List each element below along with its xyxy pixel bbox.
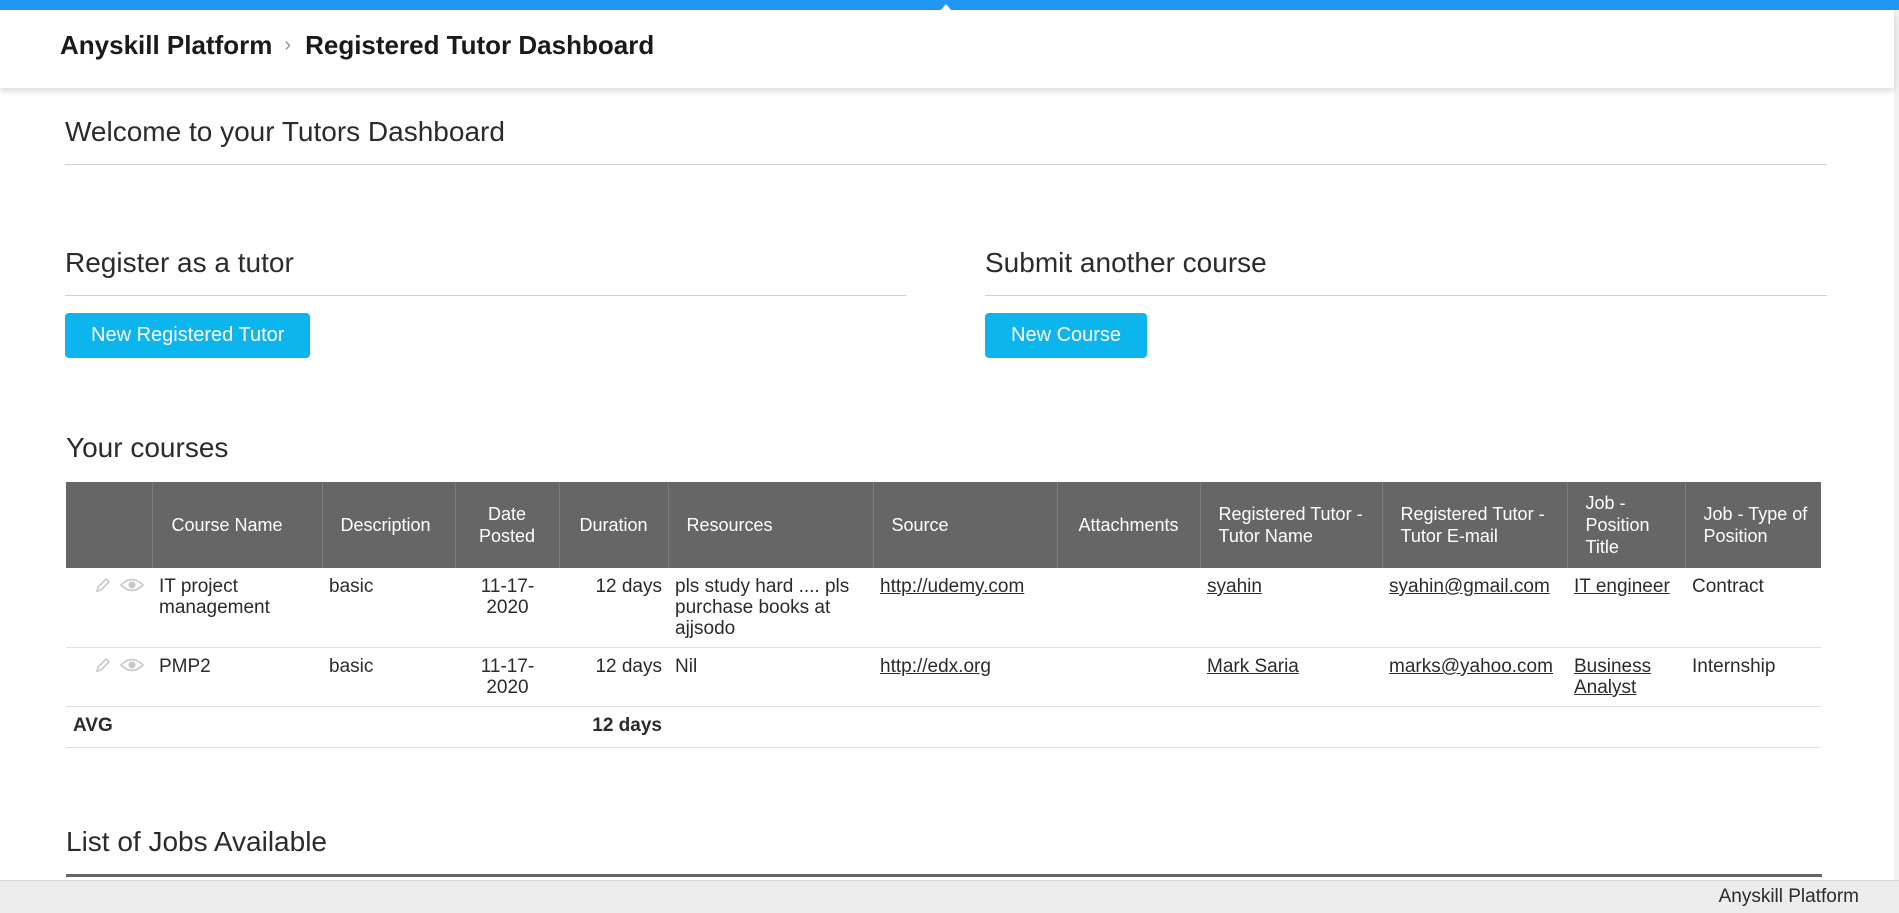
position-title-cell: IT engineer <box>1567 568 1685 648</box>
vertical-scrollbar[interactable] <box>1894 10 1899 880</box>
courses-table: Course Name Description Date Posted Dura… <box>66 482 1821 748</box>
divider <box>65 295 906 296</box>
new-registered-tutor-button[interactable]: New Registered Tutor <box>65 313 311 358</box>
course-name-cell: IT project management <box>152 568 322 648</box>
avg-duration: 12 days <box>559 706 668 748</box>
register-title: Register as a tutor <box>65 247 294 278</box>
pencil-icon[interactable] <box>94 576 112 594</box>
course-name-cell: PMP2 <box>152 647 322 707</box>
tutor-email-link[interactable]: marks@yahoo.com <box>1389 656 1553 677</box>
avg-label: AVG <box>66 706 152 748</box>
breadcrumb-item-current: Registered Tutor Dashboard <box>305 30 655 60</box>
date-posted-cell: 11-17-2020 <box>455 568 559 648</box>
new-course-button[interactable]: New Course <box>985 313 1148 358</box>
eye-icon[interactable] <box>120 656 144 674</box>
footer-bar: Anyskill Platform <box>0 880 1899 913</box>
column-header[interactable]: Source <box>873 482 1058 568</box>
chevron-right-icon: › <box>284 34 292 56</box>
column-header[interactable]: Registered Tutor - Tutor Name <box>1200 482 1383 568</box>
divider <box>65 164 1827 165</box>
table-row: PMP2 basic 11-17-2020 12 days Nil http:/… <box>66 647 1821 707</box>
description-cell: basic <box>322 568 455 648</box>
column-header[interactable]: Job - Type of Position <box>1685 482 1821 568</box>
tutor-name-cell: Mark Saria <box>1200 647 1382 707</box>
position-type-cell: Internship <box>1685 647 1821 707</box>
position-type-cell: Contract <box>1685 568 1821 648</box>
attachments-cell <box>1057 568 1200 648</box>
breadcrumb-item-home[interactable]: Anyskill Platform <box>60 30 272 61</box>
your-courses-title: Your courses <box>66 432 229 463</box>
position-title-link[interactable]: Business Analyst <box>1574 656 1651 698</box>
column-header[interactable]: Description <box>322 482 456 568</box>
column-header[interactable]: Job - Position Title <box>1567 482 1686 568</box>
duration-cell: 12 days <box>559 647 668 707</box>
tutor-email-link[interactable]: syahin@gmail.com <box>1389 576 1550 597</box>
jobs-title: List of Jobs Available <box>66 826 327 857</box>
source-cell: http://udemy.com <box>873 568 1057 648</box>
tutor-email-cell: syahin@gmail.com <box>1382 568 1567 648</box>
table-row: IT project management basic 11-17-2020 1… <box>66 568 1821 648</box>
row-actions <box>66 647 152 707</box>
table-header-row: Course Name Description Date Posted Dura… <box>66 482 1821 568</box>
main-content: Welcome to your Tutors Dashboard Registe… <box>0 88 1894 880</box>
tutor-name-cell: syahin <box>1200 568 1382 648</box>
attachments-cell <box>1057 647 1200 707</box>
footer-text: Anyskill Platform <box>1718 886 1859 907</box>
row-actions <box>66 568 152 648</box>
column-header[interactable]: Attachments <box>1057 482 1201 568</box>
avg-row: AVG 12 days <box>66 706 1821 748</box>
date-posted-cell: 11-17-2020 <box>455 647 559 707</box>
eye-icon[interactable] <box>120 576 144 594</box>
page-header: Anyskill Platform › Registered Tutor Das… <box>0 10 1894 88</box>
welcome-title: Welcome to your Tutors Dashboard <box>65 116 505 147</box>
tutor-name-link[interactable]: syahin <box>1207 576 1262 597</box>
duration-cell: 12 days <box>559 568 668 648</box>
position-title-cell: Business Analyst <box>1567 647 1685 707</box>
tutor-name-link[interactable]: Mark Saria <box>1207 656 1299 677</box>
column-header[interactable]: Resources <box>668 482 874 568</box>
column-header <box>66 482 153 568</box>
breadcrumb: Anyskill Platform › Registered Tutor Das… <box>60 30 654 61</box>
column-header[interactable]: Date Posted <box>455 482 560 568</box>
source-link[interactable]: http://edx.org <box>880 656 991 677</box>
resources-cell: Nil <box>668 647 873 707</box>
column-header[interactable]: Registered Tutor - Tutor E-mail <box>1382 482 1568 568</box>
description-cell: basic <box>322 647 455 707</box>
position-title-link[interactable]: IT engineer <box>1574 576 1670 597</box>
source-link[interactable]: http://udemy.com <box>880 576 1024 597</box>
source-cell: http://edx.org <box>873 647 1057 707</box>
tutor-email-cell: marks@yahoo.com <box>1382 647 1567 707</box>
resources-cell: pls study hard .... pls purchase books a… <box>668 568 873 648</box>
column-header[interactable]: Duration <box>559 482 669 568</box>
jobs-table-top-border <box>66 874 1822 877</box>
submit-course-title: Submit another course <box>985 247 1267 278</box>
divider <box>985 295 1827 296</box>
pencil-icon[interactable] <box>94 656 112 674</box>
column-header[interactable]: Course Name <box>152 482 323 568</box>
